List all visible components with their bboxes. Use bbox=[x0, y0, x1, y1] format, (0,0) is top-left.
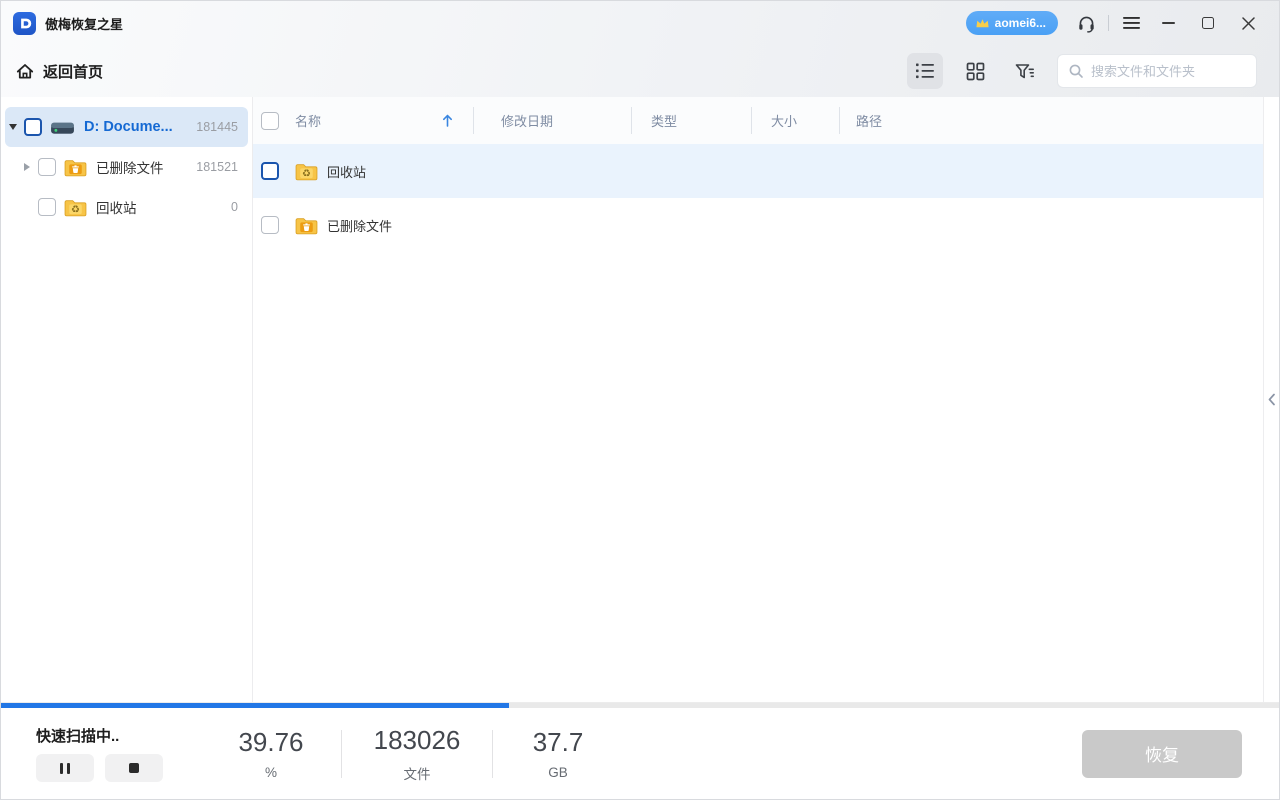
row-label: 回收站 bbox=[327, 164, 367, 180]
maximize-icon bbox=[1202, 17, 1214, 29]
select-all-checkbox[interactable] bbox=[261, 111, 279, 130]
statusbar: 快速扫描中.. 39.76 % 183026 文件 37.7 GB 恢复 bbox=[1, 708, 1279, 799]
app-logo-icon bbox=[13, 11, 36, 35]
folder-trash-icon bbox=[295, 216, 318, 235]
row-checkbox-recycle-bin[interactable] bbox=[261, 162, 279, 180]
sidebar-tree: D: Docume... 181445 已删除文件 181521 ♻ 回收站 0 bbox=[1, 97, 253, 702]
window-chrome: 傲梅恢复之星 aomei6... 返回首页 搜索文件和文件夹 bbox=[1, 1, 1279, 97]
table-row-recycle-bin[interactable]: ♻ 回收站 bbox=[253, 144, 1263, 198]
column-header-name[interactable]: 名称 bbox=[253, 97, 473, 144]
drive-icon bbox=[50, 119, 75, 136]
list-view-icon bbox=[915, 62, 935, 80]
tree-checkbox-deleted-files[interactable] bbox=[38, 158, 56, 176]
crown-icon bbox=[975, 17, 990, 29]
folder-recycle-icon: ♻ bbox=[295, 162, 318, 181]
column-header-size[interactable]: 大小 bbox=[751, 97, 839, 144]
hamburger-menu-icon bbox=[1122, 16, 1140, 30]
pause-icon bbox=[59, 762, 71, 774]
close-button[interactable] bbox=[1231, 8, 1265, 38]
pause-scan-button[interactable] bbox=[36, 754, 94, 782]
stop-scan-button[interactable] bbox=[105, 754, 163, 782]
tree-checkbox-recycle-bin[interactable] bbox=[38, 198, 56, 216]
search-box bbox=[1057, 54, 1257, 88]
titlebar-separator bbox=[1108, 15, 1109, 31]
stat-size: 37.7 GB bbox=[532, 727, 584, 780]
tree-item-deleted-files[interactable]: 已删除文件 181521 bbox=[5, 147, 248, 187]
tree-item-label: 回收站 bbox=[96, 201, 137, 216]
filter-button[interactable] bbox=[1007, 53, 1043, 89]
toolbar: 返回首页 bbox=[1, 45, 1279, 97]
folder-trash-icon bbox=[64, 158, 87, 177]
preview-panel-toggle[interactable] bbox=[1263, 97, 1279, 702]
tree-item-count: 181521 bbox=[196, 160, 238, 174]
tree-item-count: 0 bbox=[231, 200, 238, 214]
app-window: 傲梅恢复之星 aomei6... 返回首页 搜索文件和文件夹 D: Docume… bbox=[0, 0, 1280, 800]
tree-item-count: 181445 bbox=[196, 120, 238, 134]
account-badge-label: aomei6... bbox=[994, 16, 1046, 30]
folder-recycle-icon: ♻ bbox=[64, 198, 87, 217]
tree-item-label: 已删除文件 bbox=[96, 161, 164, 176]
table-row-deleted-files[interactable]: 已删除文件 bbox=[253, 198, 1263, 252]
file-list: 名称 修改日期 类型 大小 路径 ♻ 回收站 已删除文件 bbox=[253, 97, 1263, 702]
titlebar: 傲梅恢复之星 aomei6... bbox=[1, 1, 1279, 45]
support-button[interactable] bbox=[1072, 9, 1100, 37]
recover-button[interactable]: 恢复 bbox=[1082, 729, 1242, 778]
tree-item-drive-d[interactable]: D: Docume... 181445 bbox=[5, 107, 248, 147]
back-home-label: 返回首页 bbox=[43, 63, 104, 81]
list-view-button[interactable] bbox=[907, 53, 943, 89]
expander-right-icon[interactable] bbox=[19, 163, 35, 171]
minimize-button[interactable] bbox=[1151, 8, 1185, 38]
column-header-date[interactable]: 修改日期 bbox=[473, 97, 631, 144]
search-icon bbox=[1068, 63, 1084, 79]
maximize-button[interactable] bbox=[1191, 8, 1225, 38]
scan-stats: 39.76 % 183026 文件 37.7 GB bbox=[201, 725, 623, 783]
home-icon bbox=[15, 61, 35, 81]
search-input[interactable] bbox=[1091, 63, 1241, 79]
sort-ascending-icon[interactable] bbox=[442, 114, 453, 127]
headset-icon bbox=[1077, 14, 1096, 33]
tree-checkbox-drive-d[interactable] bbox=[24, 118, 42, 136]
svg-text:♻: ♻ bbox=[302, 168, 311, 179]
tree-item-recycle-bin[interactable]: ♻ 回收站 0 bbox=[5, 187, 248, 227]
row-label: 已删除文件 bbox=[327, 218, 393, 234]
grid-view-icon bbox=[966, 62, 985, 81]
row-checkbox-deleted-files[interactable] bbox=[261, 216, 279, 234]
expander-down-icon[interactable] bbox=[5, 124, 21, 130]
app-title: 傲梅恢复之星 bbox=[45, 16, 124, 32]
content-area: D: Docume... 181445 已删除文件 181521 ♻ 回收站 0… bbox=[1, 97, 1279, 702]
scan-status-text: 快速扫描中.. bbox=[36, 728, 120, 745]
minimize-icon bbox=[1161, 22, 1175, 24]
close-icon bbox=[1241, 16, 1255, 30]
tree-item-label: D: Docume... bbox=[84, 119, 173, 135]
grid-view-button[interactable] bbox=[957, 53, 993, 89]
column-header-path[interactable]: 路径 bbox=[839, 97, 1263, 144]
column-header-type[interactable]: 类型 bbox=[631, 97, 751, 144]
stop-icon bbox=[129, 763, 139, 773]
back-home-button[interactable]: 返回首页 bbox=[15, 61, 103, 82]
filter-icon bbox=[1014, 62, 1036, 81]
table-header: 名称 修改日期 类型 大小 路径 bbox=[253, 97, 1263, 144]
account-badge[interactable]: aomei6... bbox=[965, 11, 1058, 35]
main-menu-button[interactable] bbox=[1117, 9, 1145, 37]
stat-files: 183026 文件 bbox=[373, 724, 461, 782]
stat-percent: 39.76 % bbox=[238, 727, 304, 780]
collapse-panel-icon bbox=[1267, 393, 1276, 406]
svg-text:♻: ♻ bbox=[71, 204, 80, 215]
